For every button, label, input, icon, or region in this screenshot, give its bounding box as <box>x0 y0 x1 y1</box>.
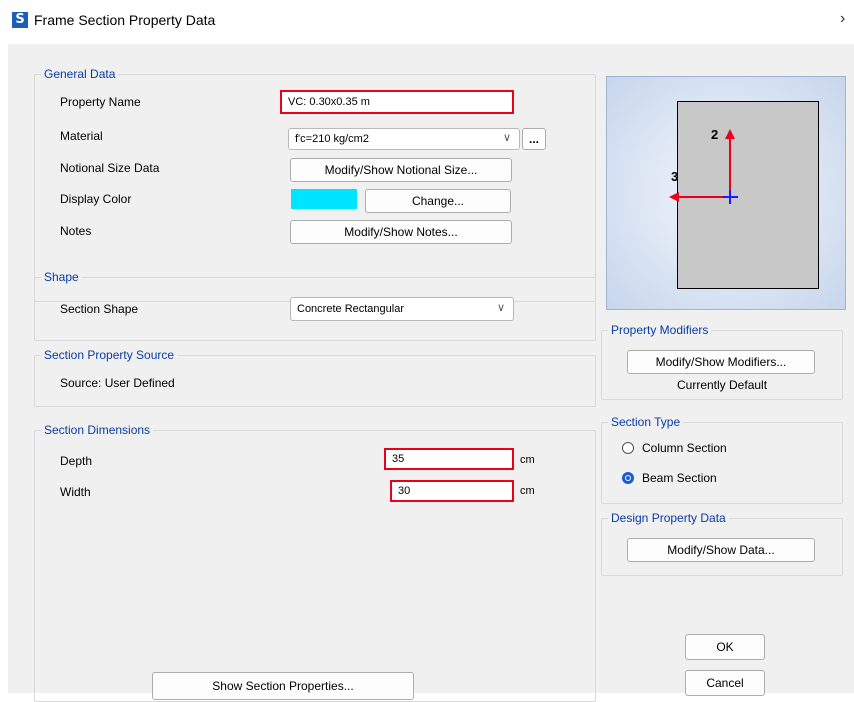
section-type-title: Section Type <box>608 415 684 429</box>
depth-input[interactable] <box>384 448 514 470</box>
source-text: Source: User Defined <box>60 376 175 390</box>
material-value: f'c=210 kg/cm2 <box>295 133 369 145</box>
chevron-down-icon: ∨ <box>496 302 505 314</box>
dialog-body: General Data Property Name Material f'c=… <box>8 44 854 702</box>
cancel-button[interactable]: Cancel <box>685 670 765 696</box>
column-section-radio[interactable] <box>622 442 634 454</box>
material-label: Material <box>60 129 103 143</box>
axis-2-arrowhead <box>725 129 735 139</box>
title-bar: S Frame Section Property Data › <box>0 0 854 40</box>
local-axes-drawing <box>669 129 738 204</box>
notional-size-button[interactable]: Modify/Show Notional Size... <box>290 158 512 182</box>
section-type-group: Section Type <box>601 415 843 504</box>
change-color-button[interactable]: Change... <box>365 189 511 213</box>
notes-button[interactable]: Modify/Show Notes... <box>290 220 512 244</box>
material-select[interactable]: f'c=210 kg/cm2 ∨ <box>288 128 520 150</box>
notional-size-label: Notional Size Data <box>60 161 160 175</box>
section-shape-value: Concrete Rectangular <box>297 303 405 315</box>
axis-3-label: 3 <box>671 169 679 184</box>
width-input[interactable] <box>390 480 514 502</box>
beam-section-label: Beam Section <box>642 471 717 485</box>
property-name-input[interactable] <box>280 90 514 114</box>
design-property-title: Design Property Data <box>608 511 729 525</box>
shape-title: Shape <box>41 270 82 284</box>
close-icon[interactable]: › <box>840 10 845 28</box>
depth-label: Depth <box>60 454 93 468</box>
section-preview: 2 3 <box>606 76 846 310</box>
modifiers-status: Currently Default <box>677 378 768 392</box>
show-section-properties-button[interactable]: Show Section Properties... <box>152 672 414 700</box>
material-more-button[interactable]: ... <box>522 128 546 150</box>
display-color-label: Display Color <box>60 192 132 206</box>
property-modifiers-title: Property Modifiers <box>608 323 712 337</box>
section-shape-label: Section Shape <box>60 302 139 316</box>
axis-3-arrowhead <box>669 192 679 202</box>
modify-design-data-button[interactable]: Modify/Show Data... <box>627 538 815 562</box>
property-name-label: Property Name <box>60 95 141 109</box>
app-logo-icon: S <box>12 12 28 28</box>
axis-2-label: 2 <box>711 127 719 142</box>
general-data-title: General Data <box>41 67 119 81</box>
width-label: Width <box>60 485 91 499</box>
column-section-label: Column Section <box>642 441 727 455</box>
display-color-swatch <box>291 189 357 209</box>
width-unit: cm <box>520 485 535 497</box>
window-title: Frame Section Property Data <box>34 12 216 28</box>
section-dimensions-group: Section Dimensions <box>34 423 596 702</box>
notes-label: Notes <box>60 224 92 238</box>
beam-section-radio[interactable] <box>622 472 634 484</box>
section-property-source-title: Section Property Source <box>41 348 178 362</box>
ok-button[interactable]: OK <box>685 634 765 660</box>
chevron-down-icon: ∨ <box>502 132 511 144</box>
modify-modifiers-button[interactable]: Modify/Show Modifiers... <box>627 350 815 374</box>
section-shape-select[interactable]: Concrete Rectangular ∨ <box>290 297 514 321</box>
section-dimensions-title: Section Dimensions <box>41 423 154 437</box>
depth-unit: cm <box>520 454 535 466</box>
